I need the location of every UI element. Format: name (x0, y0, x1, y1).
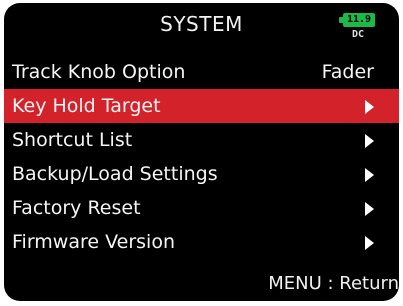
menu-item-track-knob-option[interactable]: Track Knob Option Fader (4, 55, 399, 89)
menu-item-label: Firmware Version (12, 231, 175, 253)
menu-item-key-hold-target[interactable]: Key Hold Target (4, 89, 399, 123)
chevron-right-icon (365, 168, 374, 182)
power-source-label: DC (352, 29, 365, 40)
menu-item-label: Backup/Load Settings (12, 163, 218, 185)
footer-hint: MENU : Return (268, 273, 399, 294)
chevron-right-icon (365, 100, 374, 114)
menu-item-label: Shortcut List (12, 129, 133, 151)
battery-level: 11.9 (346, 14, 372, 25)
menu-item-label: Track Knob Option (12, 61, 186, 83)
menu-item-label: Factory Reset (12, 197, 141, 219)
device-screen: SYSTEM 11.9 DC Track Knob Option Fader K… (4, 3, 399, 301)
chevron-right-icon (365, 236, 374, 250)
menu-item-backup-load-settings[interactable]: Backup/Load Settings (4, 157, 399, 191)
battery-icon: 11.9 (339, 13, 375, 27)
menu-item-label: Key Hold Target (12, 95, 161, 117)
chevron-right-icon (365, 202, 374, 216)
page-title: SYSTEM (160, 12, 243, 36)
menu-item-shortcut-list[interactable]: Shortcut List (4, 123, 399, 157)
device-frame: SYSTEM 11.9 DC Track Knob Option Fader K… (0, 0, 403, 306)
header-bar: SYSTEM 11.9 DC (4, 3, 399, 47)
menu-item-firmware-version[interactable]: Firmware Version (4, 225, 399, 259)
menu-item-value: Fader (321, 61, 374, 83)
menu-item-factory-reset[interactable]: Factory Reset (4, 191, 399, 225)
chevron-right-icon (365, 134, 374, 148)
